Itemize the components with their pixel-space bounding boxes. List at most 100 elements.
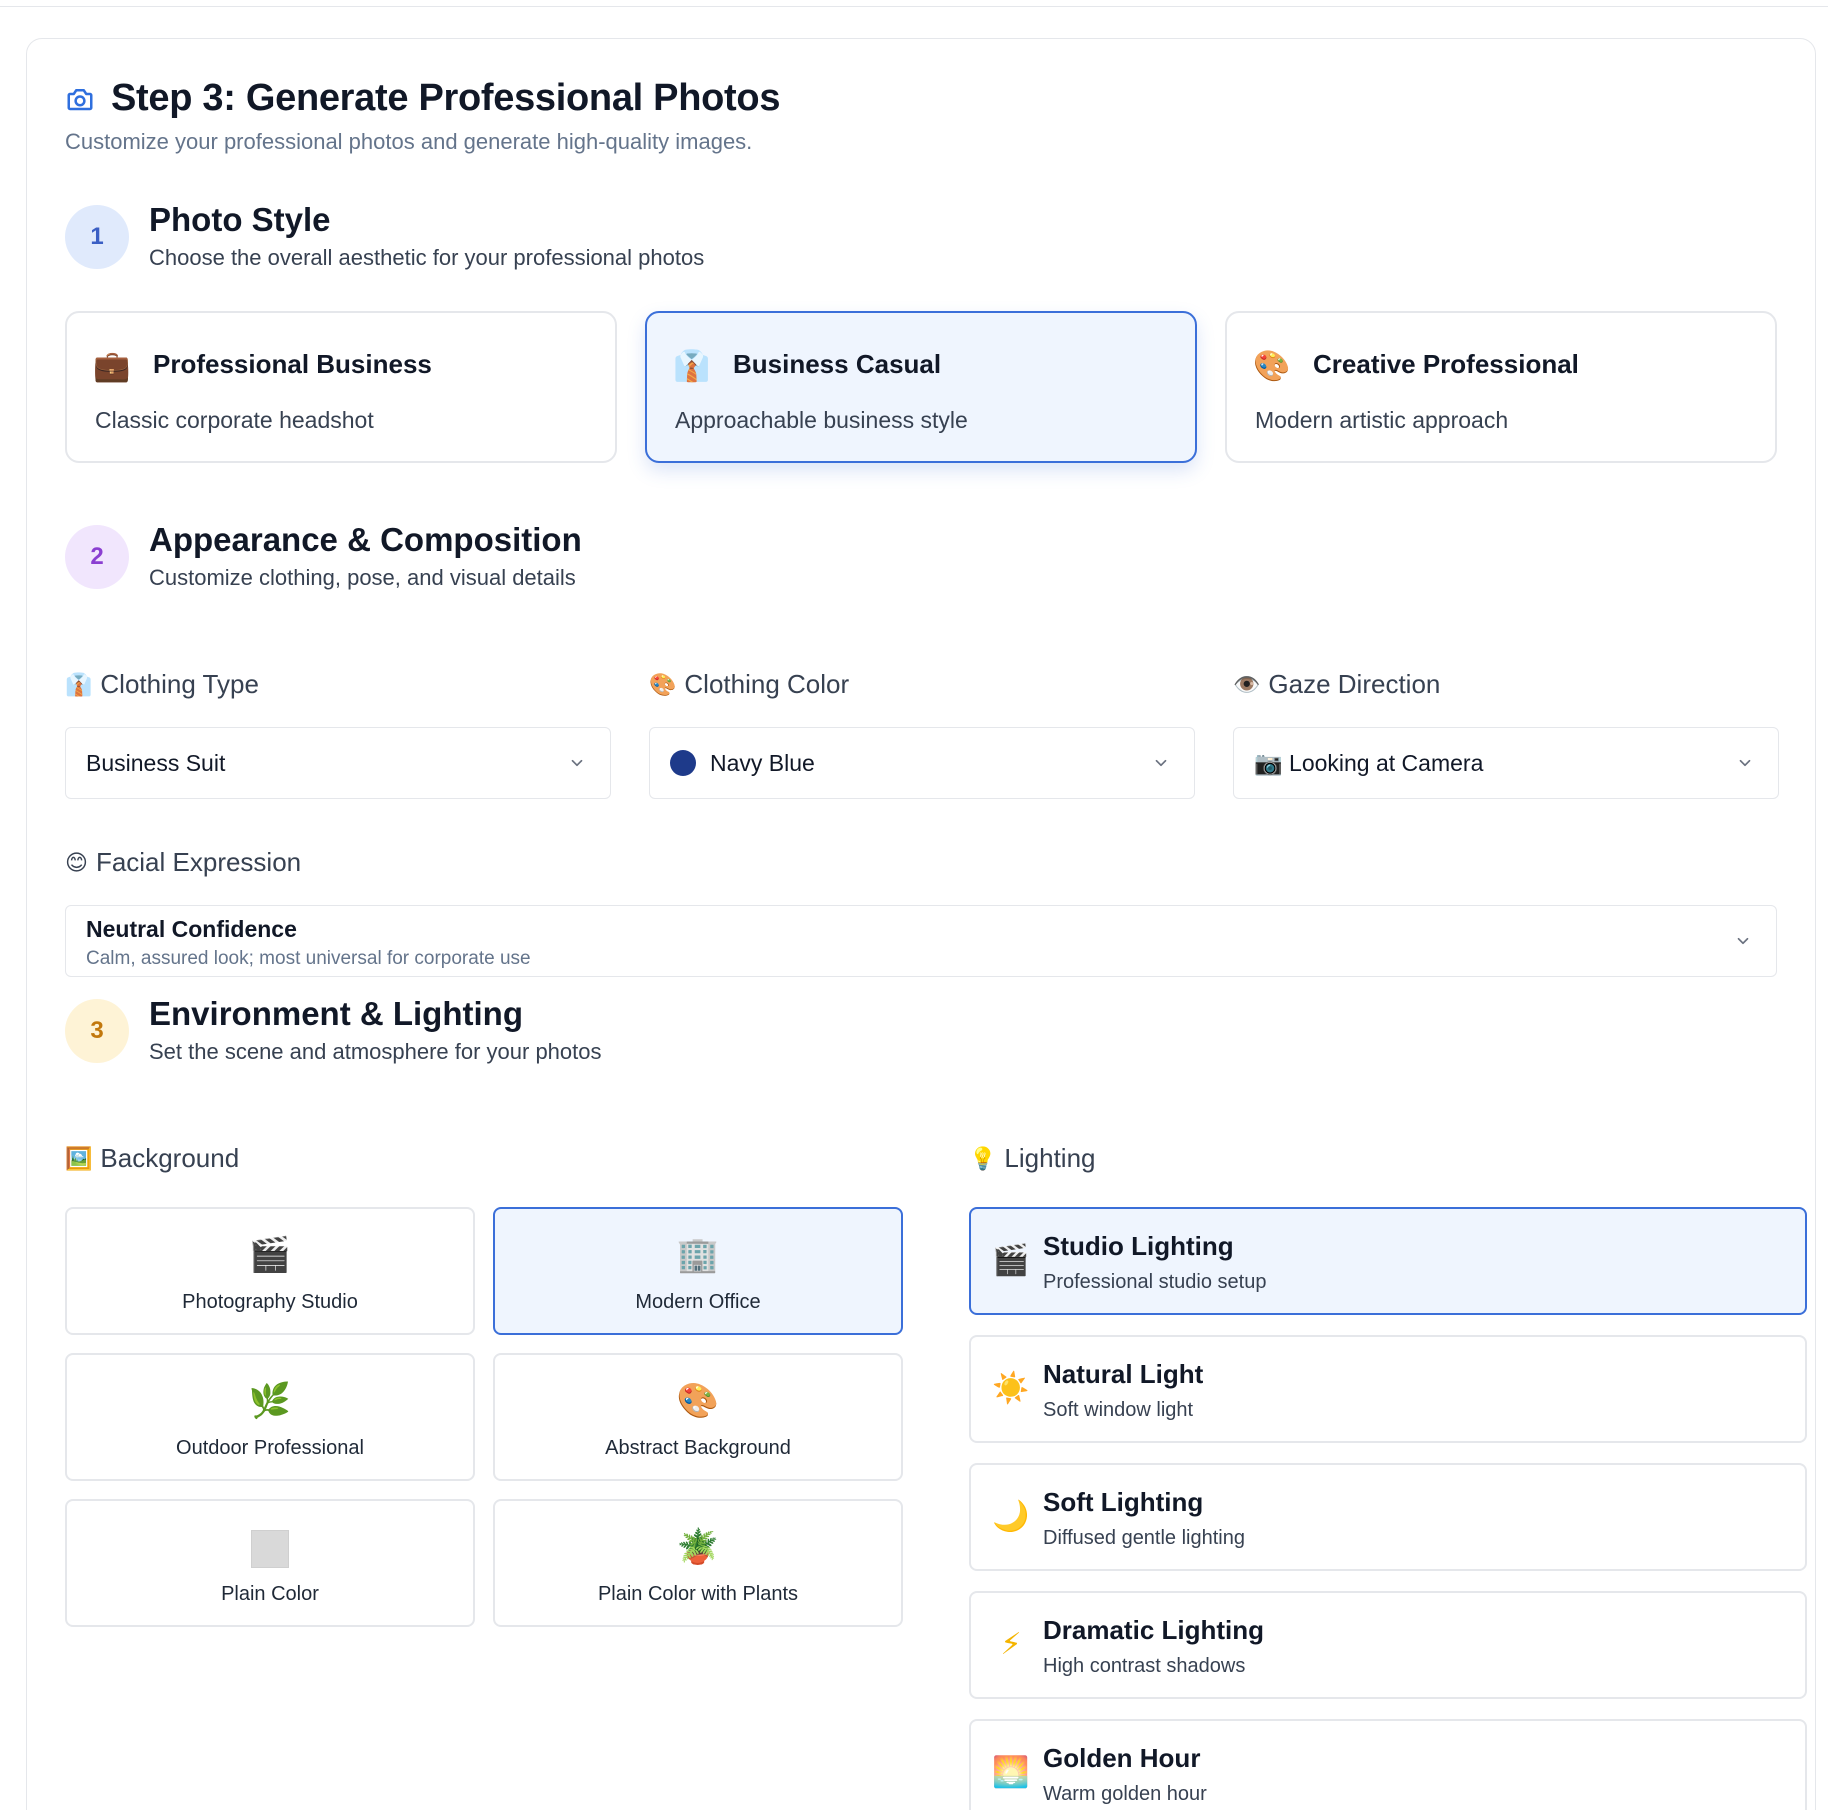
lighting-option-desc: Professional studio setup	[1043, 1271, 1267, 1293]
sunrise-icon: 🌅	[992, 1756, 1030, 1789]
background-option-plain-color[interactable]: Plain Color	[65, 1499, 475, 1627]
background-option-modern-office[interactable]: 🏢 Modern Office	[493, 1207, 903, 1335]
potted-plant-icon: 🪴	[676, 1528, 720, 1566]
briefcase-icon: 💼	[93, 350, 131, 383]
selected-value: Neutral Confidence	[86, 916, 297, 942]
selected-value: 📷 Looking at Camera	[1254, 749, 1484, 776]
herb-icon: 🌿	[248, 1382, 292, 1420]
style-option-business-casual[interactable]: 👔 Business Casual Approachable business …	[645, 311, 1197, 463]
chevron-down-icon	[1155, 759, 1167, 767]
chevron-down-icon	[1739, 759, 1751, 767]
lighting-option-golden-hour[interactable]: 🌅 Golden Hour Warm golden hour	[969, 1719, 1807, 1810]
background-option-label: Outdoor Professional	[176, 1437, 364, 1459]
office-building-icon: 🏢	[676, 1236, 720, 1274]
camera-icon	[65, 83, 97, 115]
necktie-shirt-icon: 👔	[673, 350, 711, 383]
style-option-desc: Modern artistic approach	[1255, 407, 1509, 433]
section-environment: 3 Environment & Lighting Set the scene a…	[65, 995, 1777, 1065]
style-option-professional-business[interactable]: 💼 Professional Business Classic corporat…	[65, 311, 617, 463]
gray-square-icon	[67, 1527, 473, 1569]
lighting-option-title: Golden Hour	[1043, 1743, 1201, 1773]
chevron-down-icon	[571, 759, 583, 767]
color-swatch	[670, 750, 696, 776]
smiling-face-icon: 😊	[65, 849, 88, 875]
field-label-text: Facial Expression	[95, 847, 302, 877]
style-option-creative-professional[interactable]: 🎨 Creative Professional Modern artistic …	[1225, 311, 1777, 463]
palette-icon: 🎨	[676, 1382, 720, 1420]
background-option-label: Plain Color	[221, 1583, 319, 1605]
background-option-label: Photography Studio	[182, 1291, 358, 1313]
palette-icon: 🎨	[1253, 350, 1291, 383]
style-option-title: Business Casual	[733, 349, 942, 379]
lighting-option-soft[interactable]: 🌙 Soft Lighting Diffused gentle lighting	[969, 1463, 1807, 1571]
selected-value: Navy Blue	[710, 749, 815, 776]
page-title: Step 3: Generate Professional Photos	[111, 77, 781, 119]
facial-expression-label: 😊 Facial Expression	[65, 847, 301, 878]
background-option-photography-studio[interactable]: 🎬 Photography Studio	[65, 1207, 475, 1335]
crescent-moon-icon: 🌙	[992, 1500, 1030, 1533]
style-option-desc: Approachable business style	[675, 407, 968, 433]
step-number-badge: 2	[65, 525, 129, 589]
background-option-outdoor-professional[interactable]: 🌿 Outdoor Professional	[65, 1353, 475, 1481]
section-title: Appearance & Composition	[149, 521, 582, 558]
background-option-abstract[interactable]: 🎨 Abstract Background	[493, 1353, 903, 1481]
background-option-label: Abstract Background	[605, 1437, 791, 1459]
section-subtitle: Customize clothing, pose, and visual det…	[149, 565, 576, 590]
clothing-color-select[interactable]: Navy Blue	[649, 727, 1195, 799]
style-option-title: Professional Business	[153, 349, 432, 379]
lighting-option-desc: Warm golden hour	[1043, 1783, 1207, 1805]
selected-value: Business Suit	[86, 749, 226, 776]
field-label-text: Clothing Color	[684, 669, 850, 699]
necktie-shirt-icon: 👔	[65, 671, 93, 697]
section-title: Photo Style	[149, 201, 331, 238]
step-number-badge: 3	[65, 999, 129, 1063]
lighting-option-studio[interactable]: 🎬 Studio Lighting Professional studio se…	[969, 1207, 1807, 1315]
palette-icon: 🎨	[649, 671, 677, 697]
section-title: Environment & Lighting	[149, 995, 523, 1032]
clothing-type-label: 👔 Clothing Type	[65, 669, 259, 700]
sun-icon: ☀️	[992, 1372, 1030, 1405]
section-appearance: 2 Appearance & Composition Customize clo…	[65, 521, 1777, 591]
gaze-direction-select[interactable]: 📷 Looking at Camera	[1233, 727, 1779, 799]
background-label: 🖼️ Background	[65, 1143, 239, 1174]
section-subtitle: Choose the overall aesthetic for your pr…	[149, 245, 705, 270]
step-header: Step 3: Generate Professional Photos	[65, 77, 780, 120]
clapper-board-icon: 🎬	[992, 1244, 1030, 1277]
field-label-text: Background	[100, 1143, 240, 1173]
light-bulb-icon: 💡	[969, 1145, 997, 1171]
page-subtitle: Customize your professional photos and g…	[65, 129, 753, 154]
gaze-direction-label: 👁️ Gaze Direction	[1233, 669, 1440, 700]
clothing-type-select[interactable]: Business Suit	[65, 727, 611, 799]
lighting-option-desc: Diffused gentle lighting	[1043, 1527, 1245, 1549]
background-option-label: Modern Office	[635, 1291, 761, 1313]
selected-value-desc: Calm, assured look; most universal for c…	[86, 948, 531, 969]
top-divider	[0, 0, 1828, 7]
facial-expression-select[interactable]: Neutral Confidence Calm, assured look; m…	[65, 905, 1777, 977]
framed-picture-icon: 🖼️	[65, 1145, 93, 1171]
step3-card: Step 3: Generate Professional Photos Cus…	[26, 38, 1816, 1810]
lighting-option-title: Studio Lighting	[1043, 1231, 1234, 1261]
lighting-option-title: Soft Lighting	[1043, 1487, 1204, 1517]
lightning-icon: ⚡	[1000, 1628, 1022, 1661]
section-photo-style: 1 Photo Style Choose the overall aesthet…	[65, 201, 1777, 271]
field-label-text: Clothing Type	[100, 669, 259, 699]
field-label-text: Lighting	[1004, 1143, 1096, 1173]
background-option-plain-color-plants[interactable]: 🪴 Plain Color with Plants	[493, 1499, 903, 1627]
lighting-option-natural[interactable]: ☀️ Natural Light Soft window light	[969, 1335, 1807, 1443]
lighting-option-dramatic[interactable]: ⚡ Dramatic Lighting High contrast shadow…	[969, 1591, 1807, 1699]
lighting-option-desc: Soft window light	[1043, 1399, 1194, 1421]
clothing-color-label: 🎨 Clothing Color	[649, 669, 849, 700]
field-label-text: Gaze Direction	[1268, 669, 1441, 699]
lighting-option-desc: High contrast shadows	[1043, 1655, 1246, 1677]
clapper-board-icon: 🎬	[248, 1236, 292, 1274]
style-option-title: Creative Professional	[1313, 349, 1579, 379]
background-option-label: Plain Color with Plants	[597, 1583, 799, 1605]
style-option-desc: Classic corporate headshot	[95, 407, 374, 433]
eye-icon: 👁️	[1233, 671, 1261, 697]
lighting-option-title: Natural Light	[1043, 1359, 1204, 1389]
lighting-label: 💡 Lighting	[969, 1143, 1095, 1174]
chevron-down-icon	[1737, 937, 1749, 945]
section-subtitle: Set the scene and atmosphere for your ph…	[149, 1039, 602, 1064]
lighting-option-title: Dramatic Lighting	[1043, 1615, 1265, 1645]
step-number-badge: 1	[65, 205, 129, 269]
